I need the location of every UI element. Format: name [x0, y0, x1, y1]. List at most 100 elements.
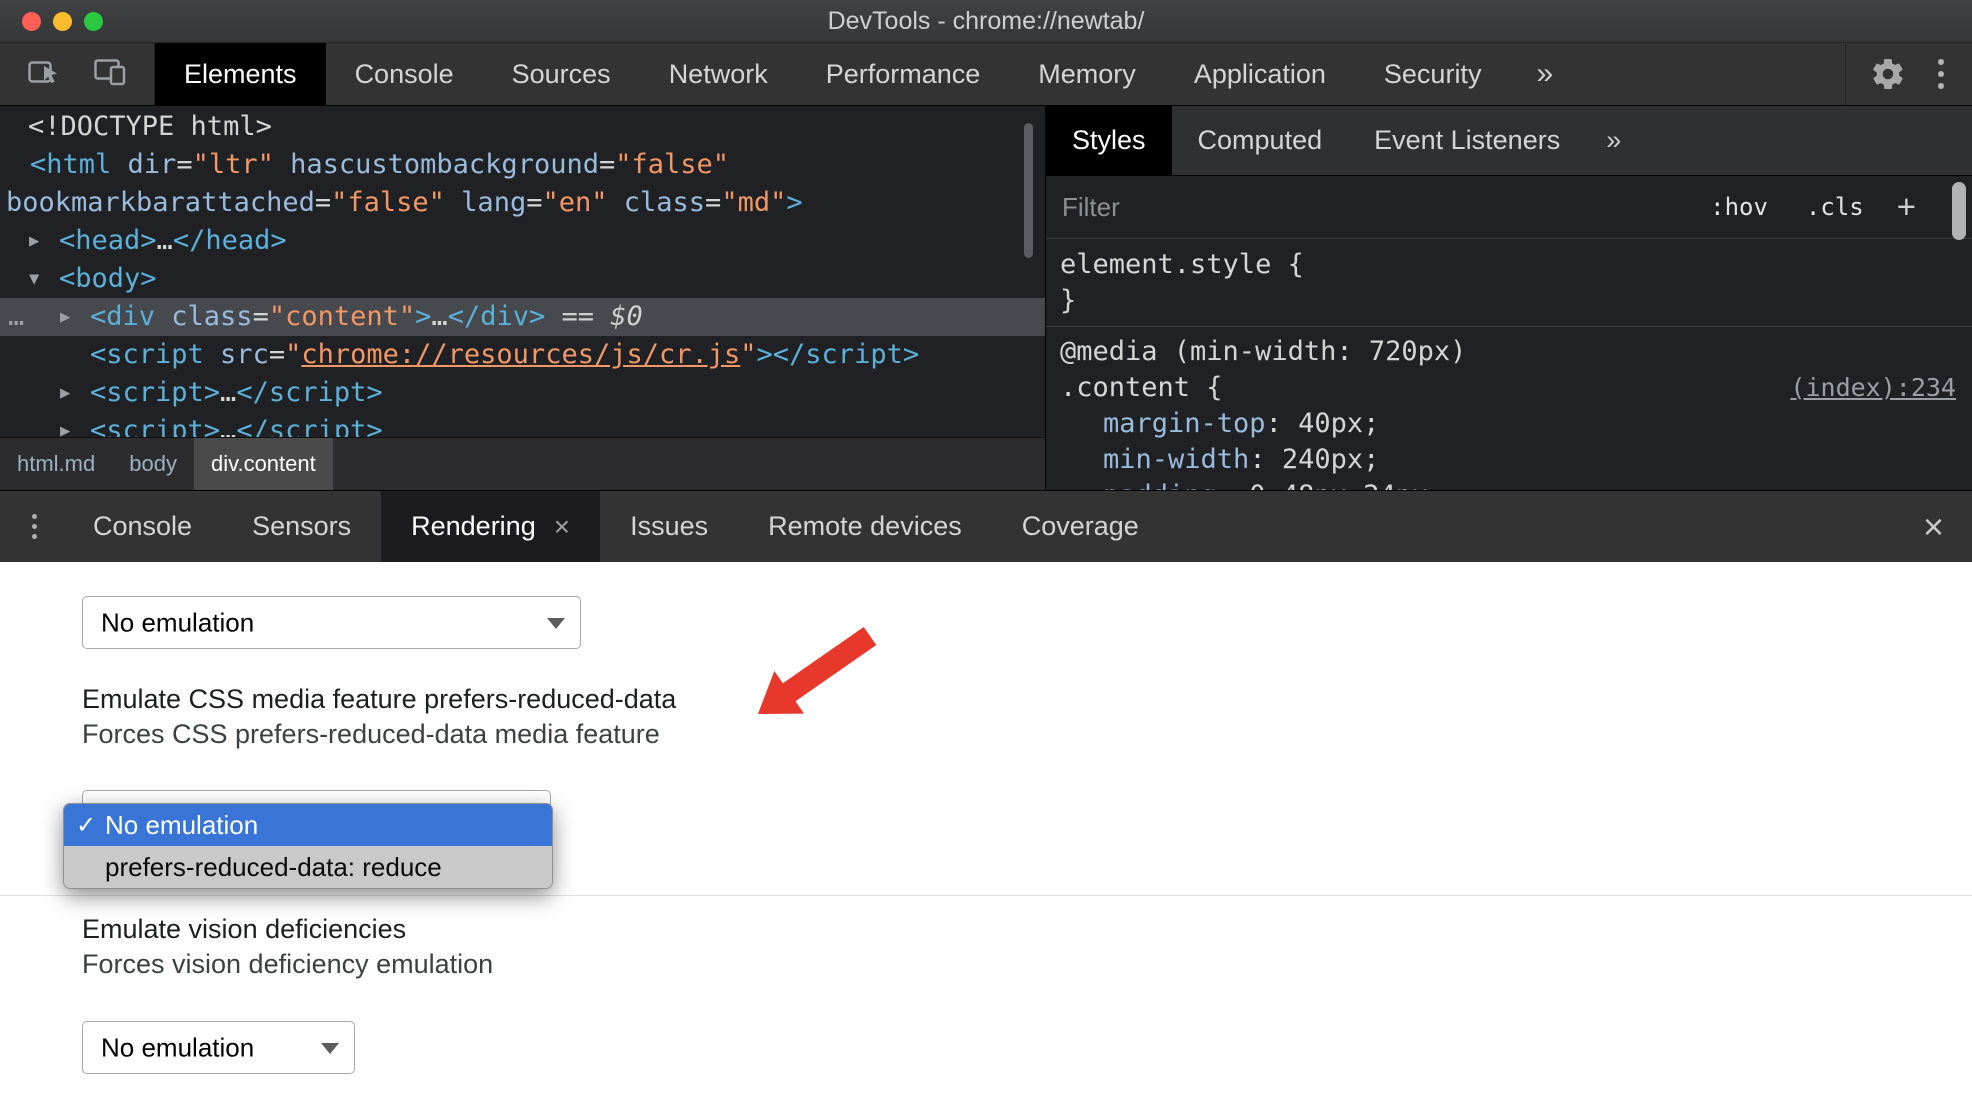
- code-token: </script>: [236, 377, 383, 408]
- drawer-tab-sensors[interactable]: Sensors: [222, 491, 381, 562]
- code-token: lang: [444, 187, 527, 218]
- device-toolbar-icon[interactable]: [92, 54, 128, 95]
- styles-filter-row: :hov .cls +: [1046, 176, 1972, 239]
- settings-gear-icon[interactable]: [1870, 56, 1906, 92]
- elements-panel: <!DOCTYPE html> <html dir="ltr" hascustom…: [0, 106, 1046, 490]
- tab-close-icon[interactable]: ×: [554, 511, 570, 543]
- tab-event-listeners[interactable]: Event Listeners: [1348, 106, 1586, 175]
- tab-network[interactable]: Network: [640, 43, 797, 105]
- style-rule-line[interactable]: .content {(index):234: [1046, 370, 1972, 406]
- code-token: <script>: [90, 377, 221, 408]
- toolbar-icons: [0, 43, 154, 105]
- drawer-tab-console[interactable]: Console: [63, 491, 222, 562]
- dom-tree-row[interactable]: … ▶ <div class="content">…</div> == $0: [0, 298, 1045, 336]
- tab-performance[interactable]: Performance: [797, 43, 1010, 105]
- code-token: {: [1271, 249, 1304, 280]
- code-token: : 0 48px 24px;: [1217, 480, 1445, 490]
- stylesheet-source-link[interactable]: (index):234: [1790, 370, 1956, 406]
- dom-tree-row[interactable]: <!DOCTYPE html>: [0, 108, 1045, 146]
- toggle-element-state-button[interactable]: :hov: [1710, 193, 1768, 221]
- code-token: =: [314, 187, 332, 218]
- new-style-rule-button[interactable]: +: [1897, 188, 1916, 226]
- drawer-tab-remote-devices[interactable]: Remote devices: [738, 491, 992, 562]
- kebab-menu-icon[interactable]: [1938, 59, 1944, 89]
- dom-tree-row[interactable]: <script src="chrome://resources/js/cr.js…: [0, 336, 1045, 374]
- code-token: hascustombackground: [273, 149, 599, 180]
- style-rule-line[interactable]: margin-top: 40px;: [1046, 406, 1972, 442]
- drawer-tab-issues[interactable]: Issues: [600, 491, 738, 562]
- code-token: @media (min-width: 720px): [1060, 336, 1467, 367]
- dropdown-option-label: prefers-reduced-data: reduce: [105, 851, 442, 882]
- code-token: …: [156, 225, 173, 256]
- overflow-chevron-icon[interactable]: »: [1510, 43, 1579, 105]
- zoom-button[interactable]: [84, 11, 103, 31]
- select-chevron-icon: [321, 1042, 339, 1054]
- dom-tree-row[interactable]: ▶ <script>…</script>: [0, 412, 1045, 437]
- tab-console[interactable]: Console: [326, 43, 483, 105]
- dom-tree: <!DOCTYPE html> <html dir="ltr" hascustom…: [0, 106, 1045, 437]
- dropdown-option[interactable]: prefers-reduced-data: reduce: [64, 846, 552, 888]
- code-token: .content: [1060, 372, 1191, 403]
- close-button[interactable]: [22, 11, 41, 31]
- more-actions-icon[interactable]: …: [8, 298, 24, 336]
- drawer-toolbar: Console Sensors Rendering × Issues Remote dev…: [0, 490, 1972, 562]
- select-value: No emulation: [101, 607, 255, 637]
- dom-tree-row[interactable]: <html dir="ltr" hascustombackground="fal…: [0, 146, 1045, 184]
- twisty-icon[interactable]: ▶: [29, 222, 39, 260]
- vision-deficiency-title: Emulate vision deficiencies: [82, 914, 407, 944]
- style-rule-line[interactable]: }: [1046, 283, 1972, 319]
- code-token: }: [1060, 285, 1077, 316]
- twisty-icon[interactable]: ▼: [29, 260, 39, 298]
- dom-tree-row[interactable]: ▼ <body>: [0, 260, 1045, 298]
- code-token: class: [607, 187, 706, 218]
- twisty-icon[interactable]: ▶: [60, 412, 70, 437]
- breadcrumb-html-md[interactable]: html.md: [0, 438, 112, 490]
- tab-application[interactable]: Application: [1165, 43, 1355, 105]
- styles-overflow-chevron-icon[interactable]: »: [1586, 106, 1641, 175]
- twisty-icon[interactable]: ▶: [60, 374, 70, 412]
- drawer-close-icon[interactable]: ×: [1923, 508, 1944, 545]
- dropdown-option[interactable]: ✓ No emulation: [64, 804, 552, 846]
- style-rule-line[interactable]: min-width: 240px;: [1046, 442, 1972, 478]
- drawer-tab-coverage[interactable]: Coverage: [992, 491, 1169, 562]
- styles-panel: StylesComputedEvent Listeners» :hov .cls…: [1046, 106, 1972, 490]
- twisty-icon[interactable]: ▶: [60, 298, 70, 336]
- emulation-top-select[interactable]: No emulation: [82, 596, 581, 649]
- tab-security[interactable]: Security: [1355, 43, 1511, 105]
- tab-computed[interactable]: Computed: [1172, 106, 1349, 175]
- code-token: : 40px;: [1265, 408, 1380, 439]
- code-token: =: [252, 301, 269, 332]
- code-token: dir: [111, 149, 177, 180]
- tab-memory[interactable]: Memory: [1009, 43, 1165, 105]
- breadcrumb-div-content[interactable]: div.content: [193, 438, 333, 490]
- code-token: "ltr": [192, 149, 274, 180]
- reduced-data-subtitle: Forces CSS prefers-reduced-data media fe…: [82, 719, 660, 749]
- vision-deficiency-select[interactable]: No emulation: [82, 1021, 355, 1074]
- select-value: No emulation: [101, 1032, 255, 1062]
- code-token: == $0: [545, 301, 643, 332]
- dom-tree-row[interactable]: ▶ <head>…</head>: [0, 222, 1045, 260]
- style-rule-line[interactable]: padding: 0 48px 24px;: [1046, 478, 1972, 490]
- style-rule-line[interactable]: element.style {: [1046, 247, 1972, 283]
- tab-sources[interactable]: Sources: [483, 43, 640, 105]
- style-rule-line[interactable]: @media (min-width: 720px): [1046, 334, 1972, 370]
- code-token: </script>: [236, 415, 383, 437]
- element-classes-button[interactable]: .cls: [1806, 193, 1864, 221]
- drawer-kebab-menu-icon[interactable]: [32, 514, 37, 539]
- tab-styles[interactable]: Styles: [1046, 106, 1172, 175]
- styles-filter-input[interactable]: [1062, 191, 1692, 223]
- drawer-tab-label: Coverage: [1021, 511, 1139, 541]
- styles-scrollbar[interactable]: [1952, 182, 1966, 240]
- window-title: DevTools - chrome://newtab/: [827, 6, 1145, 35]
- dom-tree-row[interactable]: ▶ <script>…</script>: [0, 374, 1045, 412]
- inspect-icon[interactable]: [26, 54, 62, 95]
- breadcrumb-body[interactable]: body: [112, 438, 194, 490]
- elements-scrollbar[interactable]: [1024, 123, 1033, 258]
- minimize-button[interactable]: [53, 11, 72, 31]
- tab-elements[interactable]: Elements: [155, 43, 326, 105]
- styles-sidebar-tabs: Styles Computed Event Listeners»: [1046, 106, 1972, 176]
- devtools-window: DevTools - chrome://newtab/ Elements Cons…: [0, 0, 1972, 1106]
- section-divider: [0, 895, 1972, 896]
- dom-tree-row[interactable]: bookmarkbarattached="false" lang="en" cl…: [0, 184, 1045, 222]
- drawer-tab-rendering[interactable]: Rendering ×: [381, 491, 601, 562]
